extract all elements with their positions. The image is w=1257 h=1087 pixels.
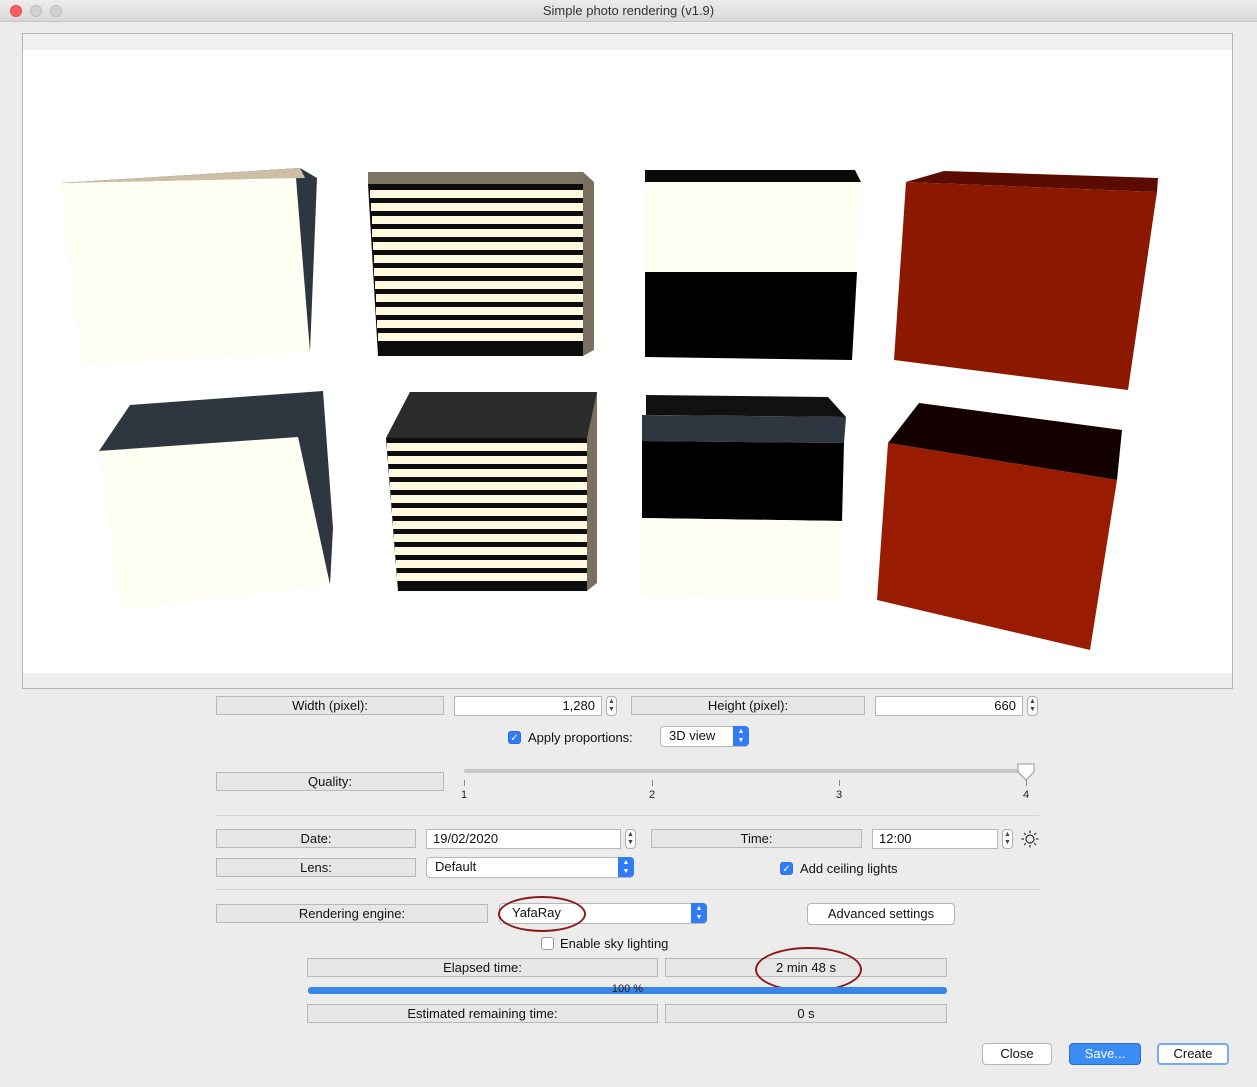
quality-tick — [1026, 780, 1027, 786]
striped-cube-bottom — [386, 392, 597, 591]
date-field[interactable]: 19/02/2020 — [426, 829, 621, 849]
width-stepper[interactable]: ▲ ▼ — [606, 696, 617, 716]
remaining-time-value: 0 s — [665, 1004, 947, 1023]
progress-label: 100 % — [611, 983, 644, 995]
enable-sky-lighting-checkbox[interactable] — [541, 937, 554, 950]
time-label: Time: — [651, 829, 862, 848]
height-stepper[interactable]: ▲ ▼ — [1027, 696, 1038, 716]
preview-top-band — [23, 34, 1232, 50]
minimize-window-icon[interactable] — [30, 5, 42, 17]
enable-sky-lighting-label: Enable sky lighting — [560, 936, 669, 951]
close-window-icon[interactable] — [10, 5, 22, 17]
elapsed-time-label: Elapsed time: — [307, 958, 658, 977]
annotation-circle — [498, 896, 586, 932]
apply-proportions-checkbox[interactable]: ✓ — [508, 731, 521, 744]
rendered-image — [60, 168, 1158, 650]
date-label: Date: — [216, 829, 416, 848]
quality-tick-label: 4 — [1023, 789, 1030, 801]
add-ceiling-lights-label: Add ceiling lights — [800, 861, 898, 876]
remaining-time-label: Estimated remaining time: — [307, 1004, 658, 1023]
quality-tick — [464, 780, 465, 786]
quality-tick-label: 1 — [461, 789, 468, 801]
quality-tick — [652, 780, 653, 786]
quality-tick-label: 2 — [649, 789, 656, 801]
separator — [216, 815, 1039, 816]
zoom-window-icon[interactable] — [50, 5, 62, 17]
chevron-updown-icon: ▲ ▼ — [733, 726, 749, 746]
lens-label: Lens: — [216, 858, 416, 877]
separator — [216, 889, 1039, 890]
window-title: Simple photo rendering (v1.9) — [542, 3, 715, 18]
sun-icon[interactable] — [1021, 830, 1039, 848]
advanced-settings-button[interactable]: Advanced settings — [807, 903, 955, 925]
save-button[interactable]: Save... — [1069, 1043, 1141, 1065]
width-field[interactable]: 1,280 — [454, 696, 602, 716]
time-field[interactable]: 12:00 — [872, 829, 998, 849]
height-label: Height (pixel): — [631, 696, 865, 715]
apply-proportions-label: Apply proportions: — [528, 730, 633, 745]
window-title-bar: Simple photo rendering (v1.9) — [0, 0, 1257, 22]
quality-slider-thumb[interactable] — [1017, 763, 1035, 781]
chevron-updown-icon: ▲ ▼ — [618, 857, 634, 877]
quality-slider-track[interactable] — [464, 769, 1027, 773]
time-stepper[interactable]: ▲ ▼ — [1002, 829, 1013, 849]
quality-tick — [839, 780, 840, 786]
proportions-select-value: 3D view — [669, 728, 716, 743]
proportions-select[interactable]: 3D view ▲ ▼ — [660, 726, 749, 747]
rendering-engine-label: Rendering engine: — [216, 904, 488, 923]
preview-bottom-band — [23, 673, 1232, 688]
create-button[interactable]: Create — [1157, 1043, 1229, 1065]
quality-label: Quality: — [216, 772, 444, 791]
close-button[interactable]: Close — [982, 1043, 1052, 1065]
height-field[interactable]: 660 — [875, 696, 1023, 716]
quality-tick-label: 3 — [836, 789, 843, 801]
lens-select[interactable]: Default ▲ ▼ — [426, 857, 634, 878]
chevron-updown-icon: ▲ ▼ — [691, 903, 707, 923]
lens-select-value: Default — [435, 859, 477, 874]
striped-cube-top — [368, 172, 594, 356]
add-ceiling-lights-checkbox[interactable]: ✓ — [780, 862, 793, 875]
width-label: Width (pixel): — [216, 696, 444, 715]
date-stepper[interactable]: ▲ ▼ — [625, 829, 636, 849]
